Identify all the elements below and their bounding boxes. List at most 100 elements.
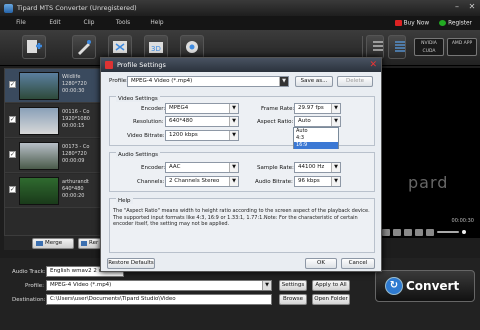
file-info: 00173 - Co 1280*720 00:00:09 bbox=[62, 144, 89, 165]
minimize-icon[interactable]: – bbox=[452, 2, 462, 12]
volume-handle[interactable] bbox=[462, 230, 466, 234]
file-name: Wildlife bbox=[62, 74, 81, 80]
dialog-profile-select[interactable]: MPEG-4 Video (*.mp4) ▼ bbox=[127, 76, 289, 87]
frame-rate-value: 29.97 fps bbox=[298, 105, 324, 111]
menu-help[interactable]: Help bbox=[140, 20, 174, 26]
register-link[interactable]: Register bbox=[439, 19, 472, 26]
destination-field[interactable]: C:\Users\user\Documents\Tipard Studio\Vi… bbox=[46, 294, 272, 305]
audio-encoder-label: Encoder: bbox=[141, 165, 166, 171]
channels-select[interactable]: 2 Channels Stereo ▼ bbox=[165, 176, 239, 187]
stop-icon[interactable] bbox=[393, 228, 401, 236]
video-thumbnail bbox=[19, 177, 59, 205]
audio-bitrate-select[interactable]: 96 kbps ▼ bbox=[294, 176, 341, 187]
profile-settings-dialog: Profile Settings ✕ Profile: MPEG-4 Video… bbox=[100, 57, 382, 272]
ok-button[interactable]: OK bbox=[305, 258, 337, 269]
volume-slider[interactable] bbox=[437, 231, 459, 233]
menu-clip[interactable]: Clip bbox=[72, 20, 106, 26]
merge-icon bbox=[36, 241, 43, 246]
clip-button[interactable] bbox=[108, 35, 132, 59]
close-icon[interactable]: ✕ bbox=[467, 2, 477, 12]
file-checkbox[interactable]: ✓ bbox=[9, 151, 16, 158]
resolution-select[interactable]: 640*480 ▼ bbox=[165, 116, 239, 127]
cancel-button[interactable]: Cancel bbox=[341, 258, 375, 269]
resolution-value: 640*480 bbox=[169, 118, 193, 124]
file-checkbox[interactable]: ✓ bbox=[9, 186, 16, 193]
audio-track-label: Audio Track: bbox=[12, 269, 46, 275]
edit-button[interactable] bbox=[72, 35, 96, 59]
window-controls: – ✕ bbox=[452, 2, 477, 12]
file-info: arthurandt 640*480 00:00:20 bbox=[62, 179, 89, 200]
apply-to-all-button[interactable]: Apply to All bbox=[312, 280, 350, 291]
clip-icon bbox=[113, 41, 127, 53]
profile-label: Profile: bbox=[25, 283, 44, 289]
chevron-down-icon: ▼ bbox=[229, 104, 238, 113]
frame-rate-label: Frame Rate: bbox=[261, 106, 295, 112]
profile-select[interactable]: MPEG-4 Video (*.mp4) ▼ bbox=[46, 280, 272, 291]
play-icon[interactable] bbox=[382, 228, 390, 236]
buy-now-label: Buy Now bbox=[403, 20, 430, 27]
open-folder-button[interactable]: Open Folder bbox=[312, 294, 350, 305]
remove-label: Rer bbox=[89, 240, 99, 246]
settings-button[interactable] bbox=[180, 35, 204, 59]
folder-icon[interactable] bbox=[415, 228, 423, 236]
aspect-ratio-select[interactable]: Auto ▼ bbox=[294, 116, 341, 127]
grid-icon bbox=[395, 41, 405, 52]
aspect-option-16-9[interactable]: 16:9 bbox=[294, 142, 338, 149]
sample-rate-select[interactable]: 44100 Hz ▼ bbox=[294, 162, 341, 173]
merge-label: Merge bbox=[45, 240, 63, 246]
delete-button[interactable]: Delete bbox=[337, 76, 373, 87]
menu-tools[interactable]: Tools bbox=[106, 20, 140, 26]
video-bitrate-select[interactable]: 1200 kbps ▼ bbox=[165, 130, 239, 141]
menu-file[interactable]: File bbox=[4, 20, 38, 26]
browse-button[interactable]: Browse bbox=[279, 294, 307, 305]
audio-encoder-value: AAC bbox=[169, 164, 181, 170]
aspect-option-4-3[interactable]: 4:3 bbox=[294, 135, 338, 142]
sample-rate-label: Sample Rate: bbox=[257, 165, 294, 171]
app-icon bbox=[4, 3, 13, 13]
channels-value: 2 Channels Stereo bbox=[169, 178, 220, 184]
audio-encoder-select[interactable]: AAC ▼ bbox=[165, 162, 239, 173]
volume-icon[interactable] bbox=[426, 228, 434, 236]
list-view-button[interactable] bbox=[366, 35, 384, 59]
convert-button[interactable]: ↻ Convert bbox=[375, 270, 475, 302]
chevron-down-icon: ▼ bbox=[331, 104, 340, 113]
restore-defaults-button[interactable]: Restore Defaults bbox=[107, 258, 155, 269]
profile-value: MPEG-4 Video (*.mp4) bbox=[50, 282, 112, 288]
dialog-profile-label: Profile: bbox=[109, 78, 128, 84]
sample-rate-value: 44100 Hz bbox=[298, 164, 325, 170]
close-icon[interactable]: ✕ bbox=[369, 58, 377, 72]
file-name: 00116 - Co bbox=[62, 109, 90, 115]
frame-rate-select[interactable]: 29.97 fps ▼ bbox=[294, 103, 341, 114]
save-as-button[interactable]: Save as... bbox=[295, 76, 333, 87]
edit-icon bbox=[78, 40, 91, 55]
snapshot-icon[interactable] bbox=[404, 228, 412, 236]
aspect-option-auto[interactable]: Auto bbox=[294, 128, 338, 135]
aspect-ratio-label: Aspect Ratio: bbox=[257, 119, 294, 125]
merge-button[interactable]: Merge bbox=[32, 238, 74, 249]
file-checkbox[interactable]: ✓ bbox=[9, 116, 16, 123]
dialog-title-bar: Profile Settings ✕ bbox=[101, 58, 381, 72]
video-thumbnail bbox=[19, 107, 59, 135]
file-checkbox[interactable]: ✓ bbox=[9, 81, 16, 88]
video-settings-title: Video Settings bbox=[116, 96, 160, 102]
encoder-value: MPEG4 bbox=[169, 105, 189, 111]
dialog-profile-value: MPEG-4 Video (*.mp4) bbox=[131, 78, 193, 84]
preview-brand: pard bbox=[408, 173, 449, 192]
encoder-select[interactable]: MPEG4 ▼ bbox=[165, 103, 239, 114]
file-info: Wildlife 1280*720 00:00:30 bbox=[62, 74, 87, 95]
aspect-ratio-dropdown: Auto 4:3 16:9 bbox=[293, 127, 339, 149]
chevron-down-icon: ▼ bbox=[331, 177, 340, 186]
3d-button[interactable]: 3D bbox=[144, 35, 168, 59]
remove-icon bbox=[81, 241, 87, 246]
playback-controls bbox=[380, 226, 480, 238]
menu-bar: File Edit Clip Tools Help Buy Now Regist… bbox=[0, 16, 480, 30]
menu-edit[interactable]: Edit bbox=[38, 20, 72, 26]
file-resolution: 1920*1080 bbox=[62, 116, 90, 122]
add-file-button[interactable] bbox=[22, 35, 46, 59]
svg-text:3D: 3D bbox=[151, 45, 161, 53]
chevron-down-icon: ▼ bbox=[229, 177, 238, 186]
time-display: 00:00:30 bbox=[451, 218, 474, 224]
settings-button[interactable]: Settings bbox=[279, 280, 307, 291]
grid-view-button[interactable] bbox=[388, 35, 406, 59]
buy-now-link[interactable]: Buy Now bbox=[394, 19, 430, 27]
